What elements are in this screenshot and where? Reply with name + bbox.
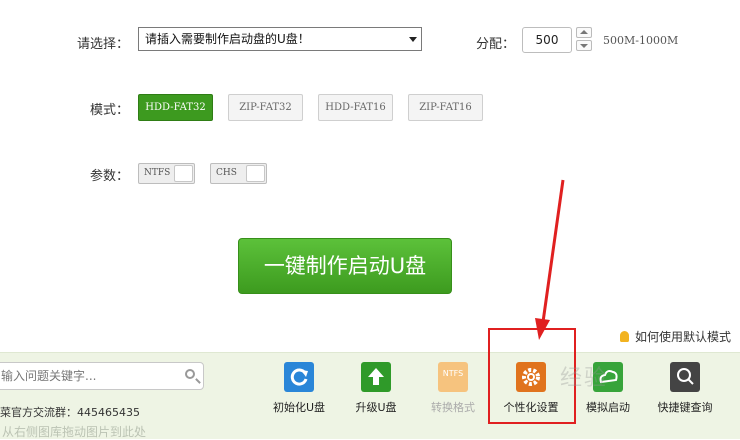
drag-hint-text: 从右侧图库拖动图片到此处	[2, 425, 147, 439]
default-mode-help-link[interactable]: 如何使用默认模式	[620, 328, 731, 345]
help-search-input[interactable]: 输入问题关键字...	[0, 362, 204, 390]
tool-init-usb[interactable]: 初始化U盘	[259, 362, 339, 415]
ntfs-icon: NTFS	[438, 362, 468, 392]
svg-text:NTFS: NTFS	[443, 369, 463, 378]
tool-label: 升级U盘	[355, 401, 397, 414]
search-placeholder: 输入问题关键字...	[1, 369, 97, 383]
refresh-icon	[284, 362, 314, 392]
tool-upgrade-usb[interactable]: 升级U盘	[336, 362, 416, 415]
tool-label: 初始化U盘	[272, 401, 326, 414]
watermark-text: 经验	[560, 366, 609, 391]
search-icon	[670, 362, 700, 392]
tool-label: 快捷键查询	[657, 401, 713, 414]
qq-group-text: 菜官方交流群：445465435	[0, 406, 140, 419]
tool-convert-format[interactable]: NTFS 转换格式	[413, 362, 493, 415]
upload-arrow-icon	[361, 362, 391, 392]
help-link-text: 如何使用默认模式	[635, 330, 732, 344]
tool-label: 转换格式	[431, 401, 475, 414]
lightbulb-icon	[620, 331, 629, 342]
search-icon[interactable]	[185, 369, 195, 379]
tool-label: 模拟启动	[586, 401, 630, 414]
tool-hotkey-lookup[interactable]: 快捷键查询	[645, 362, 725, 415]
